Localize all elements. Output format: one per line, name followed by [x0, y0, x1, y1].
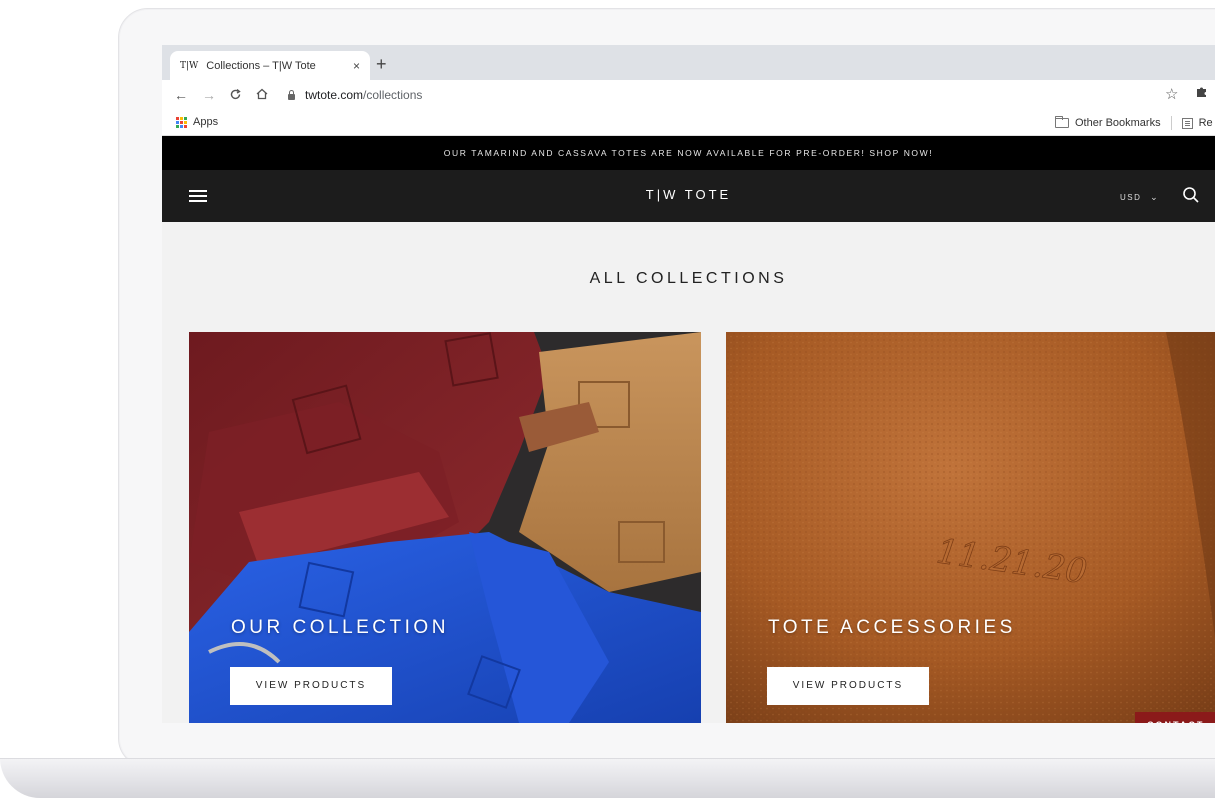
collection-title: OUR COLLECTION [231, 617, 449, 638]
apps-dot [180, 116, 183, 120]
colorful-tote-bags-image [189, 332, 701, 723]
view-products-button[interactable]: VIEW PRODUCTS [767, 667, 929, 705]
site-logo[interactable]: T|W TOTE [162, 187, 1215, 202]
forward-arrow-icon[interactable]: → [202, 85, 216, 105]
embossed-leather-image: 11.21.20 [726, 332, 1215, 723]
apps-dot [176, 120, 179, 124]
reading-list-icon [1181, 117, 1193, 129]
bookmarks-bar: Apps Other Bookmarks Re [162, 110, 1215, 136]
close-icon[interactable]: × [353, 59, 360, 73]
apps-dot [180, 124, 183, 128]
url-host: twtote.com [305, 88, 364, 102]
laptop-screen: T|W Collections – T|W Tote × + ← → twtot… [162, 45, 1215, 723]
collection-card-our-collection[interactable]: OUR COLLECTION VIEW PRODUCTS [189, 332, 701, 723]
site-header: T|W TOTE USD ⌄ [162, 170, 1215, 222]
reading-list-button[interactable]: Re [1199, 117, 1213, 129]
collection-card-tote-accessories[interactable]: 11.21.20 TOTE ACCESSORIES VIEW PRODUCTS [726, 332, 1215, 723]
divider [1170, 116, 1172, 130]
address-bar[interactable]: twtote.com/collections [280, 83, 1215, 107]
chevron-down-icon: ⌄ [1150, 192, 1160, 202]
home-icon[interactable] [255, 87, 269, 101]
star-icon[interactable]: ☆ [1165, 85, 1178, 103]
new-tab-button[interactable]: + [376, 53, 387, 75]
url-path: /collections [363, 88, 423, 102]
apps-dot [180, 120, 183, 124]
apps-bookmark[interactable]: Apps [176, 116, 218, 128]
apps-label: Apps [193, 116, 219, 128]
view-products-button[interactable]: VIEW PRODUCTS [230, 667, 392, 705]
browser-tab[interactable]: T|W Collections – T|W Tote × [170, 51, 370, 80]
reload-icon[interactable] [229, 88, 242, 101]
search-icon[interactable] [1182, 186, 1200, 204]
main-content: ALL COLLECTIONS OUR COLLECTION VIEW PROD… [162, 222, 1215, 723]
apps-dot [176, 124, 179, 128]
lock-icon [288, 89, 295, 100]
other-bookmarks-button[interactable]: Other Bookmarks [1075, 117, 1161, 129]
folder-icon [1055, 116, 1069, 128]
extensions-puzzle-icon[interactable] [1195, 85, 1208, 98]
announcement-bar[interactable]: OUR TAMARIND AND CASSAVA TOTES ARE NOW A… [162, 136, 1215, 170]
currency-selector[interactable]: USD ⌄ [1120, 192, 1159, 203]
back-arrow-icon[interactable]: ← [174, 85, 188, 105]
favicon-icon: T|W [180, 60, 199, 71]
currency-label: USD [1120, 193, 1142, 202]
page-title: ALL COLLECTIONS [589, 270, 788, 287]
browser-toolbar: ← → twtote.com/collections ☆ [162, 80, 1215, 110]
contact-button[interactable]: CONTACT [1135, 712, 1215, 723]
apps-grid-icon [176, 116, 187, 128]
collection-title: TOTE ACCESSORIES [768, 617, 1016, 638]
laptop-base [0, 758, 1215, 798]
apps-dot [176, 116, 179, 120]
apps-dot [184, 120, 187, 124]
tab-title: Collections – T|W Tote [206, 59, 316, 72]
apps-dot [184, 124, 187, 128]
browser-tab-strip: T|W Collections – T|W Tote × + [162, 45, 1215, 80]
apps-dot [184, 116, 187, 120]
